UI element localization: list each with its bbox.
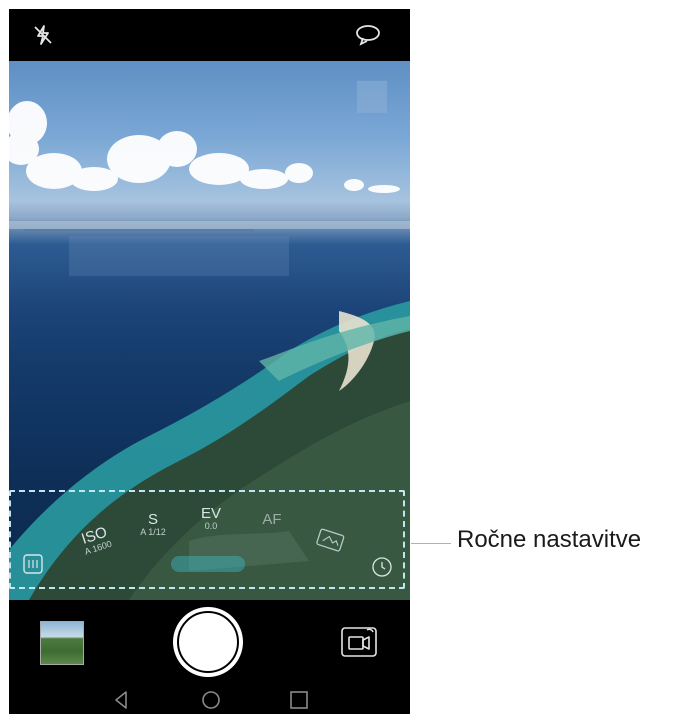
af-control[interactable]: AF [257,512,287,527]
shutter-speed-value: A 1/12 [140,527,166,537]
timer-icon[interactable] [371,556,393,578]
switch-to-video-icon[interactable] [339,623,381,661]
flash-off-icon[interactable] [27,19,59,51]
filter-icon[interactable] [21,552,45,576]
back-icon[interactable] [107,686,135,714]
ev-control[interactable]: EV 0.0 [193,506,229,532]
camera-app: ISO A 1600 S A 1/12 EV 0.0 AF [9,9,410,714]
af-label: AF [262,511,282,528]
home-icon[interactable] [197,686,225,714]
shutter-ring [177,611,239,673]
system-nav-bar [9,686,410,714]
viewfinder[interactable]: ISO A 1600 S A 1/12 EV 0.0 AF [9,61,410,600]
shutter-speed-label: S [147,511,158,528]
shutter-speed-control[interactable]: S A 1/12 [133,512,173,538]
recents-icon[interactable] [285,686,313,714]
callout-label: Ročne nastavitve [457,526,642,553]
ev-label: EV [200,505,221,522]
manual-settings-panel: ISO A 1600 S A 1/12 EV 0.0 AF [9,490,405,589]
bottom-controls [9,600,410,714]
mode-selector-indicator[interactable] [171,556,245,572]
ev-value: 0.0 [204,521,218,531]
gallery-thumbnail[interactable] [40,621,84,665]
top-bar [9,9,410,61]
flip-camera-icon[interactable] [352,19,384,51]
shutter-button[interactable] [173,607,243,677]
callout-line [411,543,451,544]
